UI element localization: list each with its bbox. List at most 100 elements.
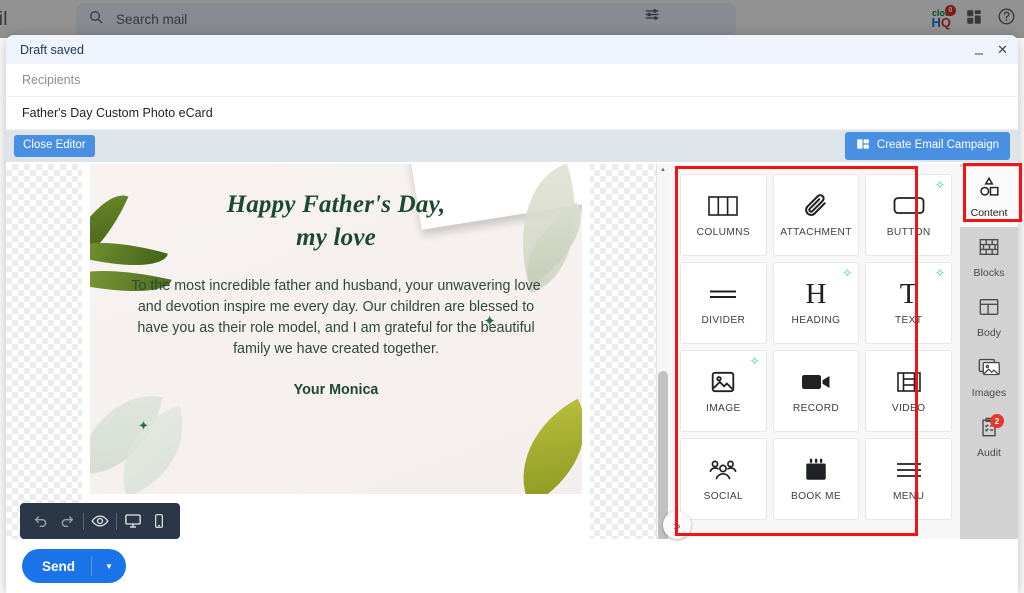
content-tile-label: RECORD	[792, 403, 840, 414]
close-editor-button[interactable]: Close Editor	[14, 135, 95, 157]
ecard-message: To the most incredible father and husban…	[131, 278, 541, 358]
compose-dialog: Draft saved – ✕ Recipients Father's Day …	[6, 35, 1018, 593]
rail-item-label: Blocks	[973, 266, 1005, 279]
tune-icon[interactable]	[644, 6, 661, 28]
blocks-icon	[978, 236, 1000, 263]
ecard-preview[interactable]: ✦ ✦ Happy Father's Day, my love To the m…	[90, 164, 582, 494]
undo-icon[interactable]	[28, 503, 54, 539]
columns-icon	[708, 192, 739, 220]
gmail-top-actions: clou HQ 0	[931, 0, 1016, 38]
send-bar: Send ▼	[6, 539, 1018, 593]
rail-item-images[interactable]: Images	[960, 347, 1018, 407]
ai-sparkle-icon: ✧	[934, 266, 945, 280]
content-tile-image[interactable]: ✧ IMAGE	[680, 350, 767, 432]
compose-header: Draft saved – ✕	[6, 35, 1018, 64]
content-tile-book-me[interactable]: BOOK ME	[772, 438, 860, 520]
editor-toolbar: Close Editor Create Email Campaign	[6, 130, 1018, 162]
redo-icon[interactable]	[54, 503, 80, 539]
content-tile-social[interactable]: SOCIAL	[680, 438, 767, 520]
eye-icon[interactable]	[87, 503, 113, 539]
content-tile-heading[interactable]: ✧ H HEADING	[772, 262, 860, 344]
cloudhq-badge: 0	[945, 4, 956, 16]
attachment-icon	[803, 192, 829, 220]
rail-item-body[interactable]: Body	[960, 287, 1018, 347]
shapes-icon	[977, 176, 1001, 203]
content-tile-label: HEADING	[791, 315, 841, 326]
rail-item-blocks[interactable]: Blocks	[960, 227, 1018, 287]
search-icon	[88, 9, 104, 30]
content-tile-divider[interactable]: DIVIDER	[680, 262, 767, 344]
draft-status-label: Draft saved	[20, 42, 84, 57]
minimize-button[interactable]: –	[975, 46, 983, 61]
ecard-heading: Happy Father's Day, my love	[130, 188, 542, 254]
content-tile-button[interactable]: ✧ BUTTON	[865, 174, 952, 256]
email-canvas[interactable]: ✦ ✦ Happy Father's Day, my love To the m…	[6, 164, 668, 593]
collapse-panel-button[interactable]: »	[663, 511, 691, 539]
social-icon	[708, 456, 738, 484]
subject-field[interactable]: Father's Day Custom Photo eCard	[6, 97, 1018, 130]
audit-badge: 2	[990, 414, 1004, 428]
recipients-placeholder: Recipients	[22, 73, 81, 87]
record-icon	[801, 368, 831, 396]
send-button-label: Send	[42, 558, 76, 574]
sparkle-decoration: ✦	[138, 418, 149, 433]
content-tile-columns[interactable]: COLUMNS	[680, 174, 767, 256]
cloudhq-logo[interactable]: clou HQ 0	[931, 4, 956, 29]
rail-item-audit[interactable]: 2 Audit	[960, 407, 1018, 467]
divider-icon	[708, 280, 738, 308]
ai-sparkle-icon: ✧	[749, 354, 760, 368]
content-tile-video[interactable]: VIDEO	[865, 350, 952, 432]
scroll-up-arrow[interactable]: ▲	[657, 164, 668, 176]
campaign-icon	[856, 137, 870, 155]
ai-sparkle-icon: ✧	[934, 178, 945, 192]
gmail-top-bar: ail Search mail clou HQ 0	[0, 0, 1024, 38]
subject-value: Father's Day Custom Photo eCard	[22, 106, 213, 120]
toolbar-divider	[116, 512, 117, 530]
content-tile-text[interactable]: ✧ T TEXT	[865, 262, 952, 344]
ecard-signature: Your Monica	[293, 382, 379, 399]
apps-icon[interactable]	[965, 8, 983, 31]
content-blocks-panel: COLUMNS ATTACHMENT ✧ BUTTON DIVIDER ✧ H …	[668, 164, 960, 593]
ecard-content: Happy Father's Day, my love To the most …	[90, 188, 582, 398]
gmail-logo: ail	[0, 9, 8, 30]
video-icon	[896, 368, 922, 396]
content-tiles-grid: COLUMNS ATTACHMENT ✧ BUTTON DIVIDER ✧ H …	[680, 174, 952, 520]
create-email-campaign-button[interactable]: Create Email Campaign	[844, 132, 1010, 160]
calendar-icon	[803, 456, 829, 484]
create-email-campaign-label: Create Email Campaign	[876, 139, 999, 152]
content-tile-attachment[interactable]: ATTACHMENT	[772, 174, 860, 256]
toolbar-divider	[83, 512, 84, 530]
mobile-icon[interactable]	[146, 503, 172, 539]
text-icon: T	[899, 277, 918, 310]
rail-item-label: Images	[971, 386, 1007, 399]
content-tile-label: COLUMNS	[696, 227, 751, 238]
content-tile-label: MENU	[892, 491, 925, 502]
send-button[interactable]: Send ▼	[22, 549, 126, 583]
rail-item-content[interactable]: Content	[960, 167, 1018, 227]
content-tile-menu[interactable]: MENU	[865, 438, 952, 520]
desktop-icon[interactable]	[120, 503, 146, 539]
rail-item-label: Audit	[977, 446, 1001, 459]
content-tile-label: SOCIAL	[703, 491, 744, 502]
images-icon	[978, 356, 1001, 383]
menu-icon	[894, 456, 924, 484]
ecard-heading-line2: my love	[296, 224, 376, 251]
help-icon[interactable]	[997, 7, 1016, 31]
editor-side-rail: Content Blocks Body Images 2 Audit	[960, 164, 1018, 593]
leaf-decoration	[496, 398, 582, 494]
content-tile-label: TEXT	[894, 315, 923, 326]
search-mail-field[interactable]: Search mail	[76, 3, 736, 35]
image-icon	[710, 368, 736, 396]
content-tile-label: DIVIDER	[701, 315, 746, 326]
send-options-caret[interactable]: ▼	[92, 562, 126, 571]
body-icon	[978, 296, 1000, 323]
content-tile-label: BUTTON	[886, 227, 931, 238]
close-button[interactable]: ✕	[997, 43, 1008, 56]
button-icon	[893, 192, 925, 220]
content-tile-label: IMAGE	[706, 403, 741, 414]
content-tile-record[interactable]: RECORD	[772, 350, 860, 432]
preview-toolbar	[20, 503, 180, 539]
recipients-field[interactable]: Recipients	[6, 64, 1018, 97]
rail-item-label: Content	[970, 206, 1008, 219]
editor-body: ✦ ✦ Happy Father's Day, my love To the m…	[6, 164, 1018, 593]
